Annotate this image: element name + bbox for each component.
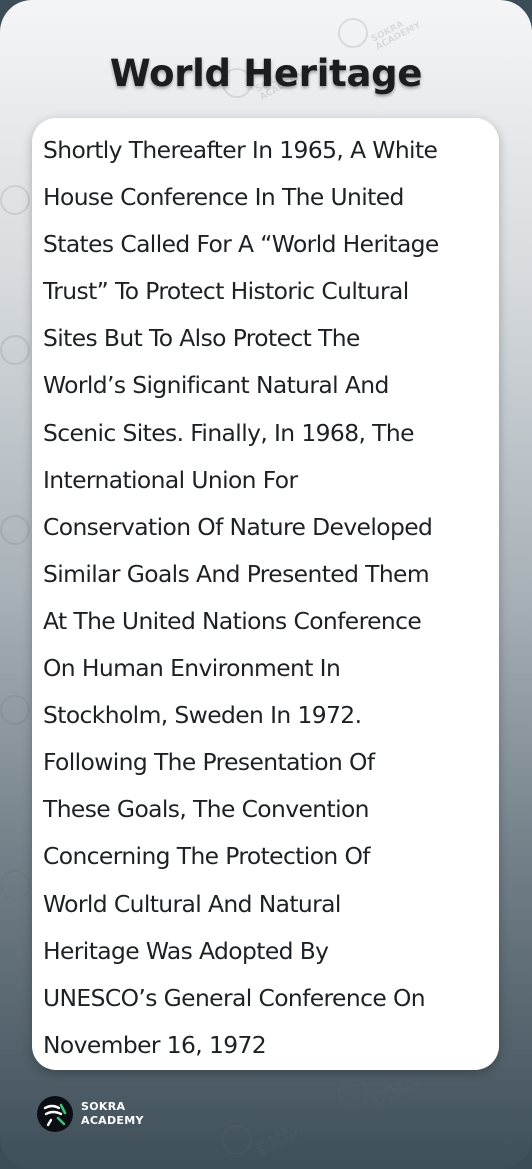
brand-name: SOKRA ACADEMY	[81, 1100, 144, 1128]
body-text: Shortly Thereafter In 1965, A White Hous…	[43, 136, 439, 1059]
watermark: SOKRAACADEMY	[338, 1078, 423, 1113]
flashcard: SOKRA ACADEMY SOKRA ACADEMY SOKRA ACADEMY S…	[0, 0, 532, 1169]
card-title: World Heritage	[109, 52, 423, 95]
watermark: SOKRAACADEMY	[222, 1125, 307, 1160]
sokra-academy-logo-icon	[37, 1096, 73, 1132]
watermark: SOKRAACADEMY	[338, 18, 423, 53]
content-panel: Shortly Thereafter In 1965, A White Hous…	[32, 118, 499, 1070]
brand-footer: SOKRA ACADEMY	[37, 1096, 144, 1132]
brand-line-2: ACADEMY	[81, 1114, 144, 1127]
brand-line-1: SOKRA	[81, 1100, 126, 1113]
